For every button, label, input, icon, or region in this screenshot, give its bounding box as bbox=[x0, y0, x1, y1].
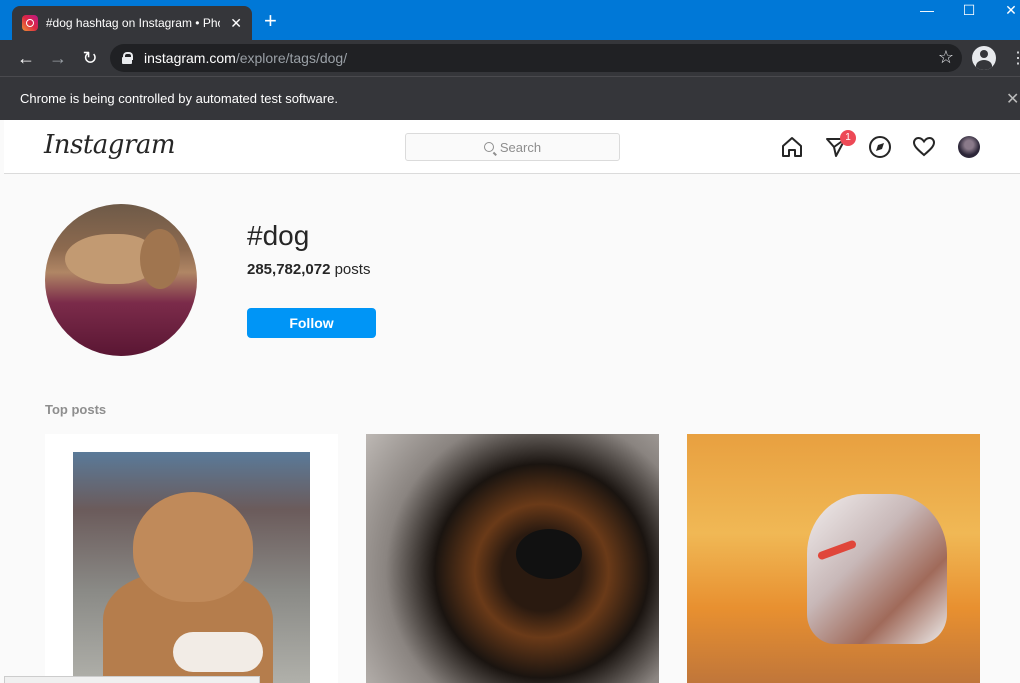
profile-avatar[interactable] bbox=[958, 136, 980, 158]
top-post-3[interactable] bbox=[687, 434, 980, 683]
post-count-number: 285,782,072 bbox=[247, 261, 331, 278]
automation-infobar: Chrome is being controlled by automated … bbox=[0, 76, 1020, 120]
bookmark-star-icon[interactable]: ☆ bbox=[938, 47, 954, 68]
chrome-menu-icon[interactable]: ⋮ bbox=[1010, 48, 1020, 68]
status-bar-link-preview bbox=[4, 676, 260, 683]
post-count: 285,782,072 posts bbox=[247, 261, 370, 278]
hashtag-title: #dog bbox=[247, 220, 310, 251]
tab-title: #dog hashtag on Instagram • Photos and v… bbox=[45, 16, 220, 30]
tab-close-icon[interactable]: ✕ bbox=[230, 15, 242, 32]
instagram-favicon-icon bbox=[22, 15, 38, 31]
infobar-close-icon[interactable]: ✕ bbox=[1006, 89, 1019, 109]
home-icon[interactable] bbox=[780, 135, 804, 159]
puppy-head bbox=[133, 492, 253, 602]
new-tab-button[interactable]: + bbox=[264, 10, 277, 32]
chrome-profile-icon[interactable] bbox=[972, 46, 996, 70]
search-placeholder: Search bbox=[499, 139, 542, 155]
puppy-paw bbox=[173, 632, 263, 672]
forward-arrow-icon[interactable]: → bbox=[46, 46, 70, 70]
puppy-photo bbox=[73, 452, 310, 683]
window-titlebar: #dog hashtag on Instagram • Photos and v… bbox=[0, 0, 1020, 40]
follow-button[interactable]: Follow bbox=[247, 308, 376, 338]
aussie-dog bbox=[807, 494, 947, 644]
window-close-button[interactable]: ✕ bbox=[996, 2, 1020, 19]
dog-nose bbox=[516, 529, 582, 579]
lock-icon bbox=[122, 52, 133, 64]
browser-tab[interactable]: #dog hashtag on Instagram • Photos and v… bbox=[12, 6, 252, 40]
instagram-logo[interactable]: Instagram bbox=[44, 130, 176, 160]
browser-toolbar: ← → ↻ instagram.com/explore/tags/dog/ ☆ … bbox=[0, 40, 1020, 76]
search-icon bbox=[483, 142, 494, 152]
top-post-1[interactable] bbox=[45, 434, 338, 683]
address-bar[interactable]: instagram.com/explore/tags/dog/ ☆ bbox=[110, 44, 962, 72]
avatar-dog-ear bbox=[140, 229, 180, 289]
top-post-2[interactable] bbox=[366, 434, 659, 683]
back-arrow-icon[interactable]: ← bbox=[14, 46, 38, 70]
top-posts-heading: Top posts bbox=[45, 402, 107, 417]
search-input[interactable]: Search bbox=[405, 133, 620, 161]
url-host: instagram.com bbox=[144, 50, 236, 66]
infobar-text: Chrome is being controlled by automated … bbox=[20, 91, 338, 106]
url-path: /explore/tags/dog/ bbox=[235, 50, 348, 66]
post-count-suffix: posts bbox=[330, 261, 371, 278]
reload-icon[interactable]: ↻ bbox=[78, 46, 102, 70]
notification-badge: 1 bbox=[840, 130, 856, 146]
explore-compass-icon[interactable] bbox=[868, 135, 892, 159]
instagram-header: Instagram Search 1 bbox=[4, 120, 1020, 174]
minimize-button[interactable]: — bbox=[912, 2, 942, 18]
maximize-button[interactable]: ☐ bbox=[954, 2, 984, 19]
heart-activity-icon[interactable] bbox=[912, 135, 936, 159]
hashtag-avatar-image bbox=[45, 204, 197, 356]
